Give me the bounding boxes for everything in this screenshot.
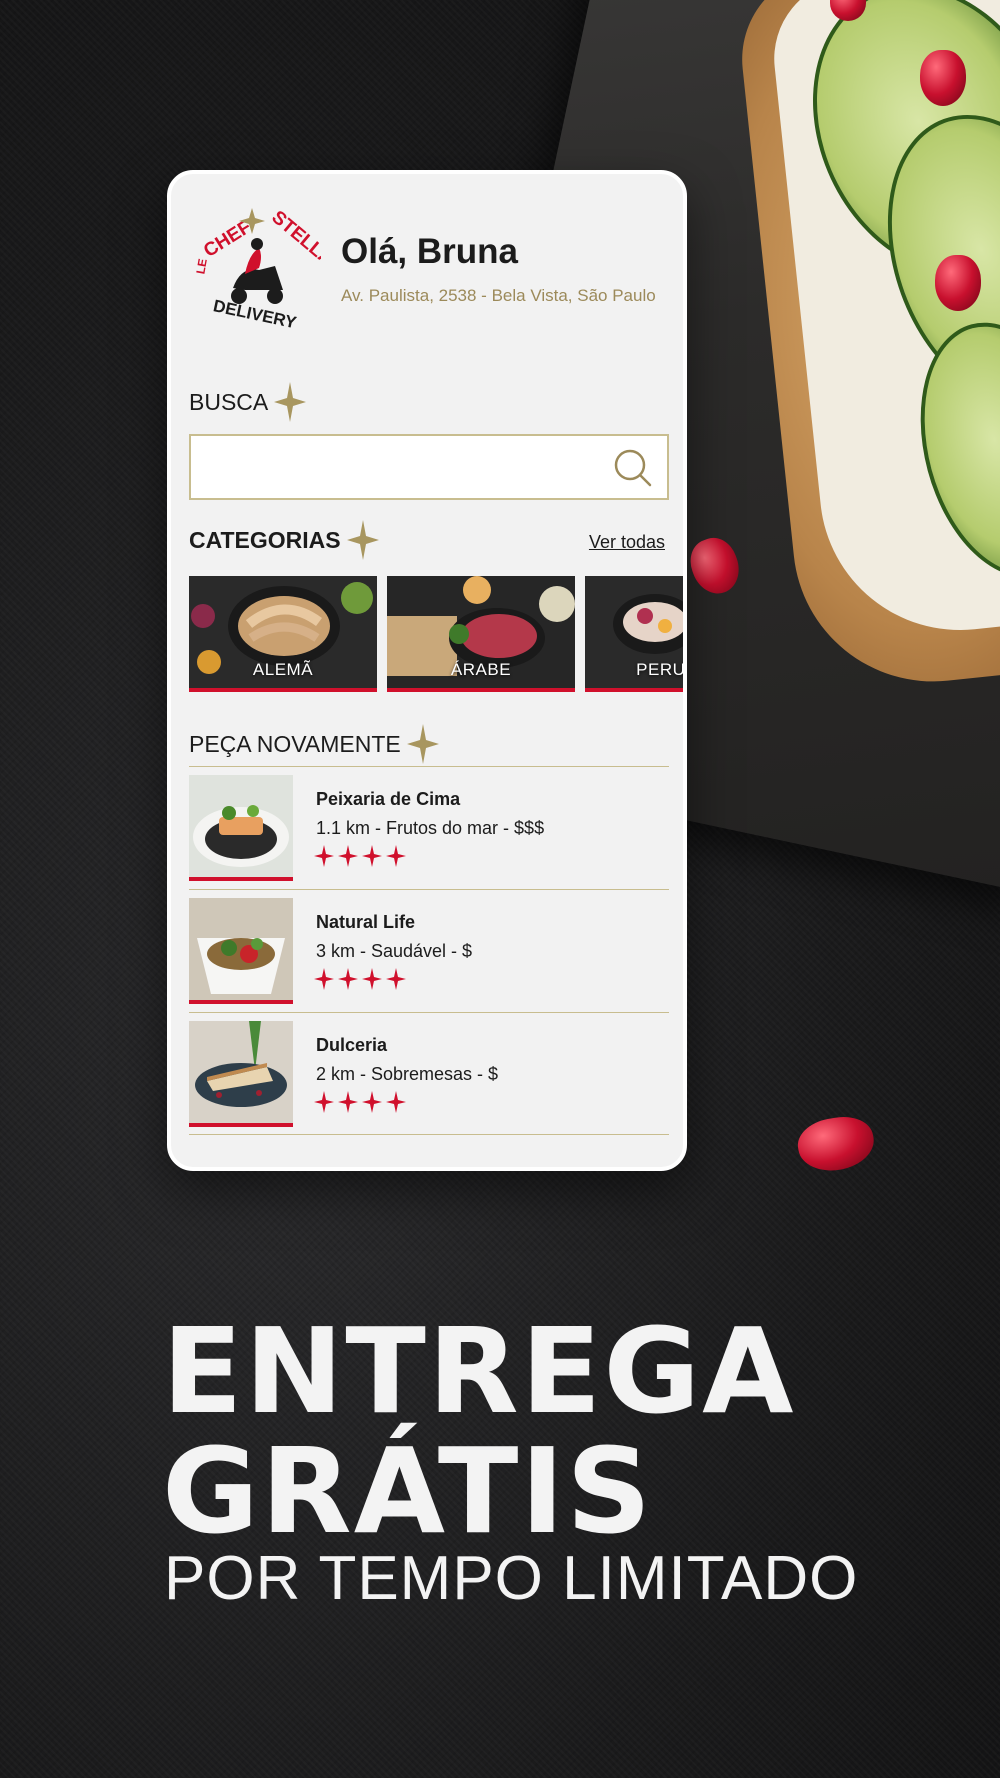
- sparkle-icon: [346, 520, 379, 560]
- search-input[interactable]: [189, 434, 669, 500]
- rating-stars: [314, 968, 406, 990]
- chef-stella-logo: LE CHEF STELLA DELIVERY: [193, 207, 321, 333]
- logo-chef: CHEF: [200, 217, 255, 262]
- star-icon: [386, 845, 406, 867]
- restaurant-thumbnail: [189, 1021, 293, 1127]
- rating-stars: [314, 845, 406, 867]
- search-title-label: BUSCA: [189, 388, 269, 415]
- search-section-title: BUSCA: [189, 382, 307, 422]
- search-icon[interactable]: [613, 448, 653, 488]
- star-icon: [338, 968, 358, 990]
- promo-subtitle: POR TEMPO LIMITADO: [164, 1544, 859, 1613]
- star-icon: [386, 1091, 406, 1113]
- logo-stella: STELLA: [267, 207, 321, 271]
- category-label: ALEMÃ: [252, 660, 314, 679]
- promo-line-gratis: GRÁTIS: [162, 1422, 654, 1560]
- restaurant-image: [189, 1021, 293, 1123]
- category-card-arabe[interactable]: ÁRABE: [387, 576, 575, 692]
- star-icon: [362, 1091, 382, 1113]
- category-label: ÁRABE: [450, 660, 512, 679]
- category-card-peruana[interactable]: PERUANA: [585, 576, 686, 692]
- star-icon: [314, 968, 334, 990]
- categories-title-label: CATEGORIAS: [189, 526, 341, 553]
- scooter-icon: [231, 238, 283, 304]
- star-icon: [362, 845, 382, 867]
- restaurant-item[interactable]: Natural Life 3 km - Saudável - $: [189, 889, 669, 1012]
- greeting: Olá, Bruna: [341, 232, 518, 271]
- order-again-list: Peixaria de Cima 1.1 km - Frutos do mar …: [189, 766, 669, 1135]
- star-icon: [314, 845, 334, 867]
- restaurant-item[interactable]: Peixaria de Cima 1.1 km - Frutos do mar …: [189, 766, 669, 889]
- star-icon: [362, 968, 382, 990]
- categories-section-title: CATEGORIAS: [189, 520, 379, 560]
- restaurant-name: Dulceria: [316, 1035, 388, 1055]
- restaurant-image: [189, 898, 293, 1000]
- sparkle-icon: [406, 724, 439, 764]
- categories-carousel[interactable]: ALEMÃ ÁRABE PERUANA: [189, 576, 686, 694]
- app-header: LE CHEF STELLA DELIVERY Olá, Bruna Av. P…: [189, 204, 665, 334]
- restaurant-image: [189, 775, 293, 877]
- restaurant-meta: 2 km - Sobremesas - $: [316, 1064, 499, 1084]
- restaurant-name: Peixaria de Cima: [316, 789, 461, 809]
- star-icon: [338, 845, 358, 867]
- pomegranate-seed: [935, 255, 981, 311]
- star-icon: [314, 1091, 334, 1113]
- delivery-address[interactable]: Av. Paulista, 2538 - Bela Vista, São Pau…: [341, 286, 656, 306]
- category-card-alema[interactable]: ALEMÃ: [189, 576, 377, 692]
- rating-stars: [314, 1091, 406, 1113]
- restaurant-thumbnail: [189, 775, 293, 881]
- see-all-categories-link[interactable]: Ver todas: [589, 532, 665, 553]
- promo-line-entrega: ENTREGA: [162, 1302, 796, 1440]
- logo-le: LE: [193, 258, 209, 276]
- pomegranate-seed: [920, 50, 966, 106]
- restaurant-meta: 3 km - Saudável - $: [316, 941, 473, 961]
- order-again-title-label: PEÇA NOVAMENTE: [189, 730, 401, 757]
- star-icon: [386, 968, 406, 990]
- logo-delivery: DELIVERY: [212, 296, 299, 332]
- order-again-section-title: PEÇA NOVAMENTE: [189, 724, 439, 764]
- sparkle-icon: [274, 382, 307, 422]
- category-label: PERUANA: [636, 660, 686, 679]
- star-icon: [338, 1091, 358, 1113]
- restaurant-meta: 1.1 km - Frutos do mar - $$$: [316, 818, 545, 838]
- phone-card: LE CHEF STELLA DELIVERY Olá, Bruna Av. P…: [167, 170, 687, 1171]
- restaurant-item[interactable]: Dulceria 2 km - Sobremesas - $: [189, 1012, 669, 1135]
- restaurant-name: Natural Life: [316, 912, 416, 932]
- restaurant-thumbnail: [189, 898, 293, 1004]
